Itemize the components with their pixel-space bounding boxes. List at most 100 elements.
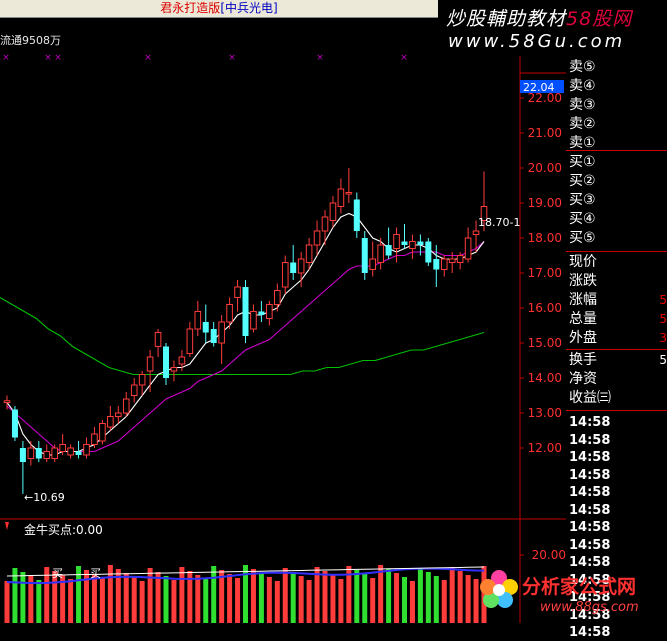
indicator-bar (123, 573, 129, 623)
candle-body-up[interactable] (297, 258, 305, 274)
candle-body-up[interactable] (321, 216, 329, 232)
candle-body-up[interactable] (456, 255, 464, 263)
candle-body-up[interactable] (313, 230, 321, 246)
candle-body-down[interactable] (353, 199, 360, 232)
brand-watermark: 炒股輔助教材58股网 www.58Gu.com (438, 0, 667, 56)
candle-body-up[interactable] (130, 384, 138, 396)
ma-slow-line (0, 297, 485, 376)
candle-body-up[interactable] (226, 304, 233, 323)
trade-time: 14:58 (569, 625, 611, 640)
candle-body-up[interactable] (115, 412, 122, 417)
quote-label: 卖⑤ (569, 59, 596, 75)
indicator-bar (163, 576, 169, 623)
indicator-bar (314, 567, 320, 623)
candle-body-up[interactable] (178, 356, 186, 365)
candle-body-up[interactable] (99, 423, 106, 442)
cross-mark: × (54, 53, 62, 63)
quote-value: 3 (659, 331, 667, 345)
indicator-bar (298, 576, 304, 623)
candle-body-down[interactable] (401, 241, 408, 246)
candle-body-up[interactable] (409, 241, 416, 249)
indicator-bar (68, 579, 74, 623)
candle-body-up[interactable] (464, 237, 472, 260)
candle-body-down[interactable] (417, 241, 424, 246)
candle-body-up[interactable] (393, 234, 400, 249)
cross-mark: × (400, 53, 408, 63)
candle-body-up[interactable] (170, 367, 178, 372)
indicator-bar (147, 568, 153, 623)
candle-body-up[interactable] (83, 444, 90, 456)
indicator-bar (362, 574, 368, 623)
candle-body-down[interactable] (163, 346, 169, 379)
candle-body-up[interactable] (250, 311, 257, 330)
indicator-bar (266, 577, 272, 623)
trade-time: 14:58 (569, 432, 611, 448)
candle-body-down[interactable] (19, 448, 26, 462)
candle-body-down[interactable] (433, 259, 440, 270)
indicator-bar (386, 569, 392, 623)
candle-body-down[interactable] (290, 262, 297, 274)
candle-body-down[interactable] (242, 287, 249, 336)
y-tick-label: 13.00 (528, 406, 562, 420)
candle-body-up[interactable] (146, 356, 154, 372)
candle-body-down[interactable] (11, 409, 18, 438)
candle-body-up[interactable] (154, 332, 162, 347)
candle-body-up[interactable] (59, 444, 66, 452)
quote-label: 涨幅 (569, 292, 597, 308)
quote-label: 买② (569, 173, 596, 189)
quote-label: 买③ (569, 192, 596, 208)
candle-body-up[interactable] (345, 192, 353, 195)
candle-body-up[interactable] (43, 451, 51, 459)
indicator-bar (179, 567, 185, 623)
candle-body-up[interactable] (107, 416, 114, 428)
candle-body-up[interactable] (377, 244, 384, 263)
candle-body-up[interactable] (138, 374, 146, 386)
candle-body-up[interactable] (305, 244, 313, 263)
candle-body-up[interactable] (266, 304, 273, 319)
candle-body-up[interactable] (448, 258, 456, 263)
cross-mark: × (2, 53, 10, 63)
y-tick-label: 14.00 (528, 371, 562, 385)
candle-body-up[interactable] (329, 202, 337, 221)
buy-mark: 买 (90, 567, 101, 580)
candle-body-up[interactable] (122, 398, 130, 414)
low-annotation: ←10.69 (24, 491, 65, 504)
candle-body-down[interactable] (75, 451, 82, 456)
indicator-bar (465, 575, 471, 623)
stock-code[interactable]: [中兵光电] (220, 1, 277, 15)
indicator-bar (441, 580, 447, 623)
candle-body-down[interactable] (361, 238, 368, 273)
candle-body-down[interactable] (258, 311, 265, 316)
candle-body-up[interactable] (281, 262, 289, 288)
candle-body-up[interactable] (218, 321, 225, 344)
candle-body-up[interactable] (186, 328, 194, 354)
candle-body-up[interactable] (337, 188, 345, 207)
candle-body-up[interactable] (472, 230, 480, 235)
quote-value: 5 (659, 312, 667, 326)
candle-body-up[interactable] (51, 447, 59, 459)
quote-label: 买⑤ (569, 230, 596, 246)
candle-body-down[interactable] (35, 448, 42, 459)
candle-body-down[interactable] (210, 329, 217, 343)
indicator-bar (378, 565, 384, 623)
candle-body-up[interactable] (440, 258, 448, 270)
candle-body-up[interactable] (67, 447, 74, 456)
y-tick-label: 21.00 (528, 126, 562, 140)
trade-time: 14:58 (569, 537, 611, 553)
quote-label: 总量 (569, 311, 597, 327)
candle-body-up[interactable] (27, 447, 35, 459)
candle-body-up[interactable] (194, 311, 202, 330)
candle-body-up[interactable] (274, 290, 281, 305)
candle-body-down[interactable] (385, 245, 392, 256)
candle-body-up[interactable] (91, 433, 98, 445)
candle-body-down[interactable] (202, 322, 209, 333)
indicator-bar (91, 574, 97, 623)
candle-body-up[interactable] (3, 400, 11, 403)
candle-body-down[interactable] (425, 241, 432, 263)
candle-body-up[interactable] (369, 258, 376, 270)
indicator-bar (274, 581, 280, 623)
buy-mark: 买 (52, 567, 63, 580)
indicator-bar (449, 567, 455, 623)
candle-body-up[interactable] (234, 286, 241, 298)
indicator-bar (409, 581, 415, 623)
